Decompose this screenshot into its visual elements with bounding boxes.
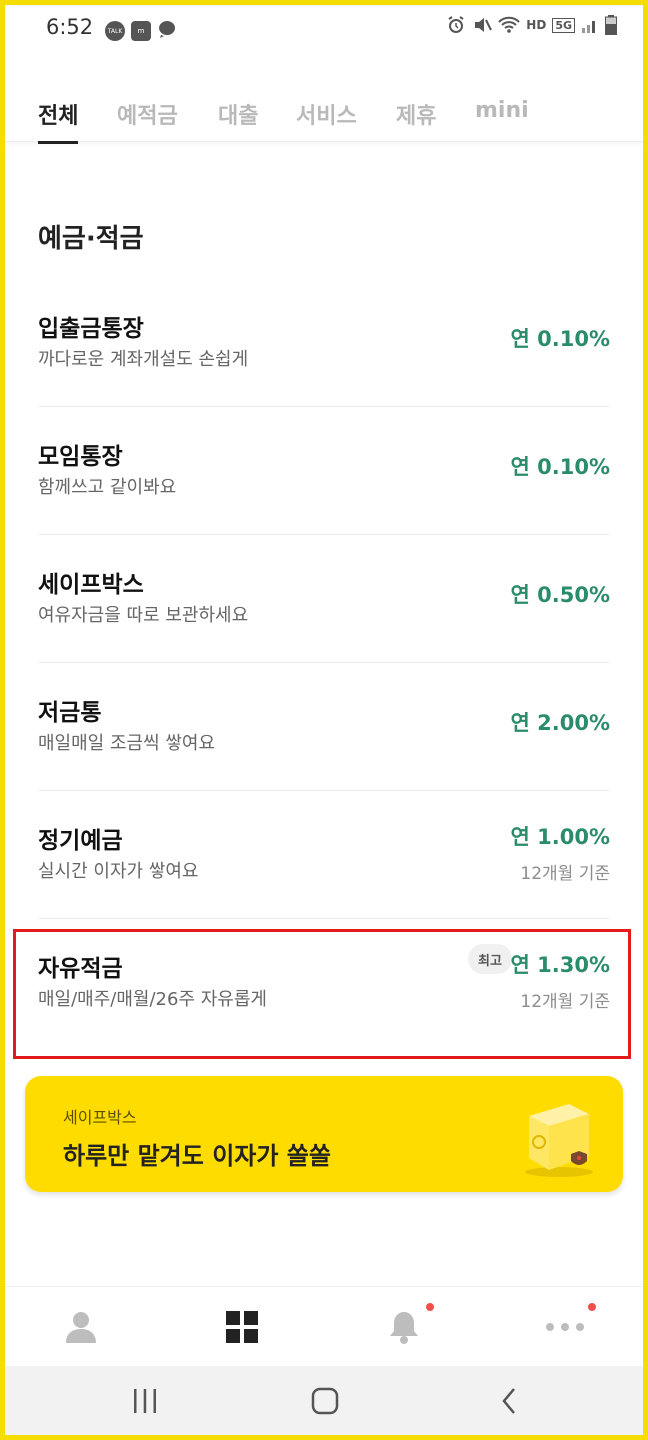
banner-title: 하루만 맡겨도 이자가 쏠쏠 xyxy=(63,1142,331,1170)
5g-icon: 5G xyxy=(552,17,575,33)
safe-box-icon xyxy=(521,1098,597,1182)
product-item[interactable]: 정기예금 실시간 이자가 쌓여요 연 1.00% 12개월 기준 xyxy=(38,791,610,919)
section-title: 예금·적금 xyxy=(38,224,144,254)
highlight-box xyxy=(13,929,631,1059)
signal-icon xyxy=(581,16,599,34)
battery-icon xyxy=(605,15,617,35)
product-rate: 연 0.10% xyxy=(510,455,611,479)
product-rate: 연 1.00% xyxy=(510,825,611,849)
product-rate: 연 2.00% xyxy=(510,711,611,735)
product-title: 입출금통장 xyxy=(38,316,144,342)
product-item[interactable]: 세이프박스 여유자금을 따로 보관하세요 연 0.50% xyxy=(38,535,610,663)
product-item[interactable]: 입출금통장 까다로운 계좌개설도 손쉽게 연 0.10% xyxy=(38,279,610,407)
product-desc: 함께쓰고 같이봐요 xyxy=(38,477,177,498)
promo-banner[interactable]: 세이프박스 하루만 맡겨도 이자가 쏠쏠 xyxy=(25,1076,623,1192)
wifi-icon xyxy=(498,16,521,34)
product-title: 정기예금 xyxy=(38,828,123,854)
product-desc: 여유자금을 따로 보관하세요 xyxy=(38,605,249,626)
product-rate-basis: 12개월 기준 xyxy=(520,864,610,884)
product-rate: 연 0.50% xyxy=(510,583,611,607)
banner-subtitle: 세이프박스 xyxy=(63,1108,137,1127)
bottom-navigation xyxy=(5,1286,643,1366)
notification-dot xyxy=(588,1303,596,1311)
status-time: 6:52 xyxy=(46,15,94,39)
alarm-icon xyxy=(446,15,466,35)
recent-apps-icon[interactable] xyxy=(125,1384,165,1418)
system-navigation-bar xyxy=(5,1366,643,1435)
tab-loan[interactable]: 대출 xyxy=(218,98,258,130)
grid-icon[interactable] xyxy=(220,1305,264,1349)
home-icon[interactable] xyxy=(305,1384,345,1418)
product-desc: 매일매일 조금씩 쌓여요 xyxy=(38,733,216,754)
category-tabs: 전체 예적금 대출 서비스 제휴 mini xyxy=(5,80,643,144)
tab-all[interactable]: 전체 xyxy=(38,98,79,144)
hd-voice-icon: HD xyxy=(526,18,547,32)
tab-service[interactable]: 서비스 xyxy=(296,98,357,130)
product-item[interactable]: 저금통 매일매일 조금씩 쌓여요 연 2.00% xyxy=(38,663,610,791)
product-rate: 연 0.10% xyxy=(510,327,611,351)
tab-deposit-savings[interactable]: 예적금 xyxy=(117,98,178,130)
chat-icon xyxy=(157,19,177,43)
bell-icon[interactable] xyxy=(382,1305,426,1349)
talk-icon: TALK xyxy=(105,21,125,41)
product-desc: 실시간 이자가 쌓여요 xyxy=(38,861,199,882)
status-bar: 6:52 TALK m HD 5G xyxy=(5,5,643,53)
back-icon[interactable] xyxy=(489,1384,529,1418)
tab-mini[interactable]: mini xyxy=(475,98,529,123)
product-title: 세이프박스 xyxy=(38,572,144,598)
more-icon[interactable] xyxy=(543,1305,587,1349)
product-item[interactable]: 모임통장 함께쓰고 같이봐요 연 0.10% xyxy=(38,407,610,535)
notification-dot xyxy=(426,1303,434,1311)
product-title: 저금통 xyxy=(38,700,102,726)
mute-icon xyxy=(472,15,493,35)
profile-icon[interactable] xyxy=(59,1305,103,1349)
global-icon: m xyxy=(131,21,151,41)
product-desc: 까다로운 계좌개설도 손쉽게 xyxy=(38,349,249,370)
product-title: 모임통장 xyxy=(38,444,123,470)
tab-partnership[interactable]: 제휴 xyxy=(396,98,436,130)
